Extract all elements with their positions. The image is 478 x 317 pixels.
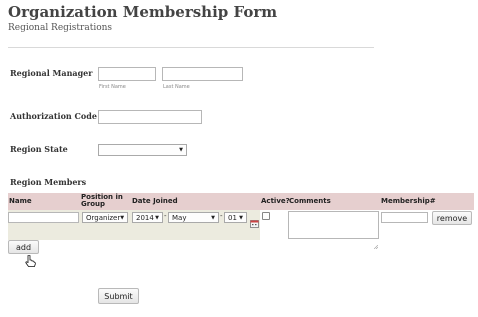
year-selected: 2014 xyxy=(136,213,154,222)
date-separator: - xyxy=(220,212,223,220)
position-select[interactable]: Organizer ▼ xyxy=(82,212,128,223)
first-name-input[interactable] xyxy=(98,67,156,81)
column-header-name: Name xyxy=(9,197,32,205)
chevron-down-icon: ▼ xyxy=(120,214,125,221)
resize-handle-icon[interactable] xyxy=(373,234,379,250)
column-header-membership: Membership# xyxy=(381,197,436,205)
chevron-down-icon: ▼ xyxy=(211,214,215,221)
region-members-label: Region Members xyxy=(10,177,87,187)
chevron-down-icon: ▼ xyxy=(179,147,183,153)
hand-cursor-icon xyxy=(25,252,36,267)
day-selected: 01 xyxy=(228,213,237,222)
form-title: Organization Membership Form xyxy=(8,3,278,21)
remove-member-button[interactable]: remove xyxy=(432,211,472,225)
membership-number-input[interactable] xyxy=(381,212,428,223)
position-selected: Organizer xyxy=(86,213,121,222)
last-name-sublabel: Last Name xyxy=(163,84,190,90)
column-header-comments: Comments xyxy=(289,197,331,205)
column-header-date-joined: Date Joined xyxy=(132,197,178,205)
header-divider xyxy=(8,47,374,48)
chevron-down-icon: ▼ xyxy=(155,214,159,221)
column-header-active: Active? xyxy=(261,197,290,205)
authorization-code-input[interactable] xyxy=(98,110,202,124)
authorization-code-label: Authorization Code xyxy=(10,111,97,121)
column-header-position: Position in Group xyxy=(81,193,123,208)
month-select[interactable]: May ▼ xyxy=(168,212,219,223)
submit-button[interactable]: Submit xyxy=(98,288,139,304)
chevron-down-icon: ▼ xyxy=(239,214,243,221)
form-subtitle: Regional Registrations xyxy=(8,23,113,33)
first-name-sublabel: First Name xyxy=(99,84,126,90)
regional-manager-label: Regional Manager xyxy=(10,68,93,78)
day-select[interactable]: 01 ▼ xyxy=(224,212,247,223)
region-state-select[interactable]: ▼ xyxy=(98,144,187,156)
last-name-input[interactable] xyxy=(162,67,243,81)
date-separator: - xyxy=(164,212,167,220)
calendar-icon[interactable] xyxy=(250,213,259,228)
comments-textarea[interactable] xyxy=(288,211,379,239)
region-state-label: Region State xyxy=(10,144,68,154)
member-name-input[interactable] xyxy=(8,212,79,223)
month-selected: May xyxy=(172,213,187,222)
year-select[interactable]: 2014 ▼ xyxy=(132,212,163,223)
active-checkbox[interactable] xyxy=(262,212,270,220)
